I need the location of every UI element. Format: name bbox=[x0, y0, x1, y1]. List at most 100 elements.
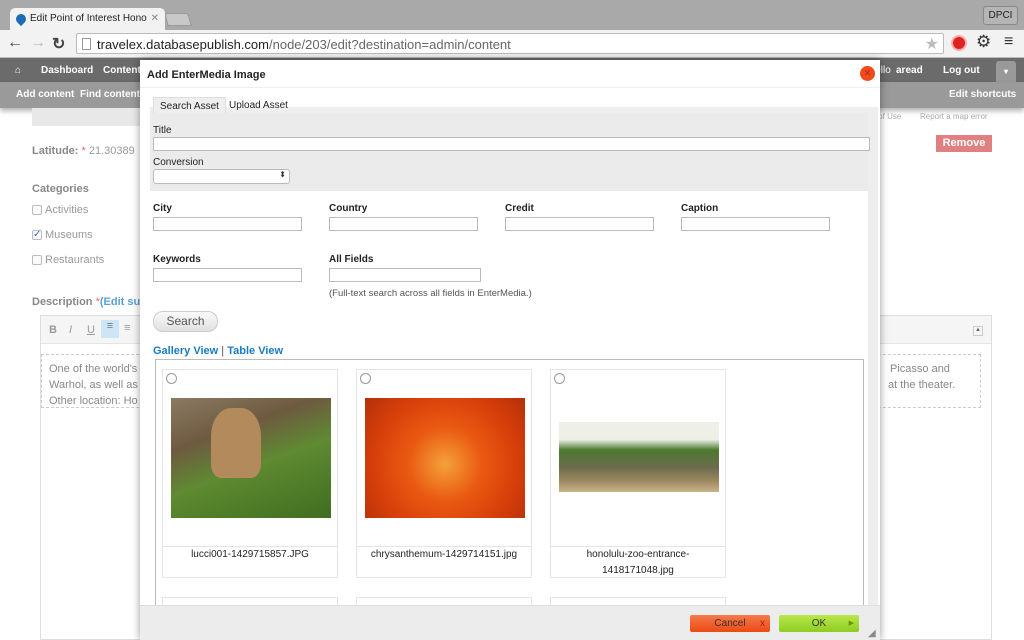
category-activities[interactable]: Activities bbox=[32, 204, 88, 216]
city-label: City bbox=[153, 203, 172, 214]
image-filename: chrysanthemum-1429714151.jpg bbox=[357, 546, 531, 563]
gallery-view-link[interactable]: Gallery View bbox=[153, 345, 218, 357]
cancel-x-icon: x bbox=[760, 618, 765, 629]
adblock-icon[interactable] bbox=[951, 35, 967, 51]
close-tab-icon[interactable]: ✕ bbox=[151, 13, 159, 24]
toggle-shortcuts-icon[interactable]: ▾ bbox=[996, 61, 1016, 82]
bold-button[interactable]: B bbox=[49, 324, 57, 336]
category-label: Museums bbox=[45, 229, 93, 241]
description-label: Description bbox=[32, 296, 93, 308]
back-icon[interactable]: ← bbox=[7, 34, 23, 52]
dog-image bbox=[171, 398, 331, 518]
gear-icon[interactable]: ⚙ bbox=[976, 32, 991, 52]
checkbox[interactable] bbox=[32, 205, 42, 216]
conversion-select[interactable]: ⬍ bbox=[153, 169, 290, 184]
tab-upload-asset[interactable]: Upload Asset bbox=[223, 97, 294, 113]
profile-button[interactable]: DPCI bbox=[983, 6, 1018, 25]
add-entermedia-image-dialog: Add EnterMedia Image ✕ Search Asset Uplo… bbox=[140, 60, 880, 640]
address-bar-row: ← → ↻ travelex.databasepublish.com/node/… bbox=[0, 30, 1024, 58]
image-filename: lucci001-1429715857.JPG bbox=[163, 546, 337, 563]
gallery-item[interactable]: lucci001-1429715857.JPG bbox=[162, 369, 338, 578]
all-fields-input[interactable] bbox=[329, 268, 481, 282]
underline-button[interactable]: U bbox=[87, 324, 95, 336]
select-radio[interactable] bbox=[554, 373, 565, 384]
ok-button[interactable]: OK ▶ bbox=[779, 615, 859, 632]
title-label: Title bbox=[153, 125, 172, 136]
select-radio[interactable] bbox=[166, 373, 177, 384]
remove-button[interactable]: Remove bbox=[936, 135, 992, 152]
edit-summary-link[interactable]: (Edit su bbox=[100, 296, 140, 308]
home-icon[interactable]: ⌂ bbox=[15, 65, 21, 76]
shortcut-add-content[interactable]: Add content bbox=[16, 89, 74, 100]
arrow-right-icon: ▶ bbox=[848, 620, 854, 627]
credit-input[interactable] bbox=[505, 217, 654, 231]
italic-button[interactable]: I bbox=[69, 324, 72, 336]
search-button[interactable]: Search bbox=[153, 311, 218, 332]
cancel-label: Cancel bbox=[714, 618, 746, 629]
category-museums[interactable]: ✓ Museums bbox=[32, 229, 93, 241]
editor-line: at the theater. bbox=[888, 379, 956, 391]
caption-input[interactable] bbox=[681, 217, 830, 231]
search-header-area: Title Conversion ⬍ bbox=[150, 113, 870, 191]
categories-label: Categories bbox=[32, 183, 89, 195]
dialog-footer: Cancel x OK ▶ ◢ bbox=[140, 605, 880, 640]
keywords-input[interactable] bbox=[153, 268, 302, 282]
drupal-icon bbox=[13, 11, 29, 27]
align-left-icon[interactable]: ≡ bbox=[101, 320, 119, 338]
align-center-icon[interactable]: ≡ bbox=[124, 322, 130, 334]
select-radio[interactable] bbox=[360, 373, 371, 384]
edit-shortcuts-link[interactable]: Edit shortcuts bbox=[949, 89, 1016, 100]
close-icon[interactable]: ✕ bbox=[860, 66, 875, 81]
cancel-button[interactable]: Cancel x bbox=[690, 615, 770, 632]
checkbox-checked[interactable]: ✓ bbox=[32, 230, 42, 241]
image-gallery: lucci001-1429715857.JPG chrysanthemum-14… bbox=[155, 359, 864, 607]
conversion-label: Conversion bbox=[153, 157, 204, 168]
scroll-up-icon[interactable]: ▲ bbox=[973, 326, 983, 336]
browser-tab[interactable]: Edit Point of Interest Hono ✕ bbox=[10, 8, 165, 31]
forward-icon[interactable]: → bbox=[30, 34, 46, 52]
reload-icon[interactable]: ↻ bbox=[52, 34, 65, 54]
logout-link[interactable]: Log out bbox=[943, 65, 980, 76]
credit-label: Credit bbox=[505, 203, 534, 214]
country-label: Country bbox=[329, 203, 368, 214]
latitude-value: 21.30389 bbox=[88, 145, 135, 157]
map-image bbox=[32, 108, 142, 126]
tab-title: Edit Point of Interest Hono bbox=[30, 13, 147, 24]
all-fields-help: (Full-text search across all fields in E… bbox=[329, 288, 532, 299]
ok-label: OK bbox=[811, 618, 827, 629]
zoo-entrance-image bbox=[559, 422, 719, 492]
image-filename: honolulu-zoo-entrance-1418171048.jpg bbox=[551, 546, 725, 579]
caption-label: Caption bbox=[681, 203, 719, 214]
country-input[interactable] bbox=[329, 217, 478, 231]
tab-search-asset[interactable]: Search Asset bbox=[153, 97, 226, 113]
city-input[interactable] bbox=[153, 217, 302, 231]
latitude-label: Latitude: bbox=[32, 145, 79, 157]
gallery-item[interactable]: chrysanthemum-1429714151.jpg bbox=[356, 369, 532, 578]
url-path: /node/203/edit?destination=admin/content bbox=[269, 37, 511, 52]
all-fields-label: All Fields bbox=[329, 254, 374, 265]
browser-tab-bar: Edit Point of Interest Hono ✕ DPCI bbox=[0, 0, 1024, 31]
keywords-label: Keywords bbox=[153, 254, 201, 265]
shortcut-find-content[interactable]: Find content bbox=[80, 89, 140, 100]
url-input[interactable]: travelex.databasepublish.com/node/203/ed… bbox=[76, 33, 944, 54]
user-link[interactable]: aread bbox=[896, 65, 923, 76]
category-restaurants[interactable]: Restaurants bbox=[32, 254, 104, 266]
resize-handle-icon[interactable]: ◢ bbox=[868, 628, 876, 639]
select-arrows-icon: ⬍ bbox=[279, 170, 286, 179]
checkbox[interactable] bbox=[32, 255, 42, 266]
editor-line: Picasso and bbox=[890, 363, 950, 375]
toolbar-dashboard[interactable]: Dashboard bbox=[41, 65, 93, 76]
required-mark: * bbox=[81, 145, 86, 157]
table-view-link[interactable]: Table View bbox=[227, 345, 283, 357]
bookmark-star-icon[interactable]: ★ bbox=[925, 34, 939, 54]
menu-icon[interactable]: ≡ bbox=[1004, 33, 1013, 51]
category-label: Activities bbox=[45, 204, 89, 216]
page-icon bbox=[82, 38, 91, 50]
title-input[interactable] bbox=[153, 137, 870, 151]
report-map-error-link[interactable]: Report a map error bbox=[920, 112, 988, 121]
chrysanthemum-image bbox=[365, 398, 525, 518]
new-tab-button[interactable] bbox=[164, 13, 192, 26]
toolbar-content[interactable]: Content bbox=[103, 65, 141, 76]
category-label: Restaurants bbox=[45, 254, 105, 266]
gallery-item[interactable]: honolulu-zoo-entrance-1418171048.jpg bbox=[550, 369, 726, 578]
